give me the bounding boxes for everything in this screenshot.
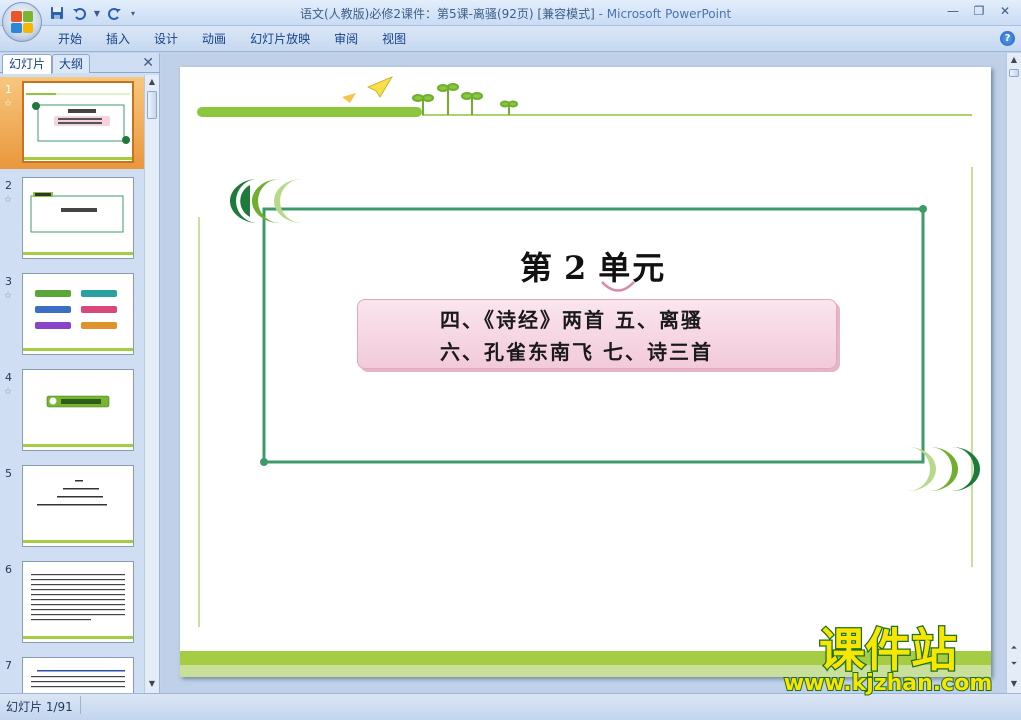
title-bar: ▼ ▾ 语文(人教版)必修2课件：第5课-离骚(92页) [兼容模式] - Mi… [0, 0, 1021, 26]
document-title: 语文(人教版)必修2课件：第5课-离骚(92页) [兼容模式] [300, 7, 595, 21]
slide-thumbnail-4[interactable]: 4 ☆ [0, 365, 144, 457]
slide-thumbnail-2[interactable]: 2 ☆ [0, 173, 144, 265]
pane-tabs: 幻灯片 大纲 ✕ [0, 53, 160, 74]
next-slide-icon[interactable]: ⏷ [1009, 659, 1019, 671]
scrollbar-thumb[interactable] [147, 91, 157, 119]
slide-thumbnail-6[interactable]: 6 [0, 557, 144, 649]
thumbnail-number: 6 [5, 563, 12, 576]
thumbnail-scrollbar[interactable]: ▲ ▼ [144, 75, 159, 693]
animation-star-icon: ☆ [4, 387, 13, 397]
thumbnail-number: 2 [5, 179, 12, 192]
slide-thumbnail-7[interactable]: 7 [0, 653, 144, 693]
tab-slides[interactable]: 幻灯片 [2, 54, 53, 74]
unit-title[interactable]: 第 2 单元 [520, 243, 666, 289]
slides-pane: 幻灯片 大纲 ✕ 1 ☆ 2 ☆ 3 ☆ 4 ☆ 5 6 7 ▲ ▼ [0, 53, 160, 693]
slide-decoration [180, 76, 991, 677]
customize-toolbar-icon[interactable]: ▾ [128, 4, 138, 22]
minimize-button[interactable]: — [941, 2, 965, 20]
animation-star-icon: ☆ [4, 195, 13, 205]
close-button[interactable]: ✕ [993, 2, 1017, 20]
window-controls: — ❐ ✕ [941, 2, 1017, 20]
unit-suffix: 单元 [598, 249, 667, 287]
watermark-logo: 课件站 www.kjzhan.com [770, 618, 1010, 697]
thumbnail-preview [22, 465, 134, 547]
tab-home[interactable]: 开始 [46, 30, 94, 48]
title-separator: - [594, 7, 607, 21]
ribbon: 开始 插入 设计 动画 幻灯片放映 审阅 视图 ? [0, 26, 1021, 52]
quick-access-toolbar: ▼ ▾ [48, 4, 138, 22]
restore-button[interactable]: ❐ [967, 2, 991, 20]
tab-slideshow[interactable]: 幻灯片放映 [238, 30, 322, 48]
lesson-list-box[interactable]: 四、《诗经》两首 五、离骚 六、孔雀东南飞 七、诗三首 [357, 299, 837, 369]
thumbnail-number: 3 [5, 275, 12, 288]
scrollbar-thumb[interactable] [1009, 69, 1019, 77]
window-title: 语文(人教版)必修2课件：第5课-离骚(92页) [兼容模式] - Micros… [300, 5, 731, 22]
slide-thumbnail-3[interactable]: 3 ☆ [0, 269, 144, 361]
slide-editing-area: 第 2 单元 四、《诗经》两首 五、离骚 六、孔雀东南飞 七、诗三首 [161, 53, 1006, 693]
slide-thumbnail-1[interactable]: 1 ☆ [0, 77, 144, 169]
tab-animation[interactable]: 动画 [190, 30, 238, 48]
ribbon-tabs: 开始 插入 设计 动画 幻灯片放映 审阅 视图 [46, 30, 418, 48]
tab-design[interactable]: 设计 [142, 30, 190, 48]
slide-counter: 幻灯片 1/91 [6, 700, 73, 714]
slide-scrollbar[interactable]: ▲ ⏶ ⏷ ▼ [1006, 53, 1021, 693]
thumbnail-preview [22, 561, 134, 643]
header-bar [197, 107, 422, 117]
office-button[interactable] [2, 2, 42, 42]
thumbnail-preview [22, 273, 134, 355]
animation-star-icon: ☆ [4, 99, 13, 109]
status-bar: 幻灯片 1/91 [0, 693, 1021, 720]
thumbnail-preview [22, 369, 134, 451]
unit-number: 2 [564, 249, 589, 287]
tab-review[interactable]: 审阅 [322, 30, 370, 48]
save-icon[interactable] [48, 4, 66, 22]
status-separator [80, 696, 81, 714]
help-icon[interactable]: ? [1000, 31, 1015, 46]
paper-plane-icon [342, 76, 393, 103]
thumbnail-preview [22, 177, 134, 259]
undo-dropdown-icon[interactable]: ▼ [92, 4, 102, 22]
right-crescents-decoration [908, 447, 980, 491]
lesson-line-2: 六、孔雀东南飞 七、诗三首 [440, 340, 713, 364]
thumbnail-preview [22, 81, 134, 163]
scroll-down-icon[interactable]: ▼ [147, 679, 157, 691]
repeat-icon[interactable] [106, 4, 124, 22]
thumbnail-number: 5 [5, 467, 12, 480]
undo-icon[interactable] [70, 4, 88, 22]
current-slide[interactable]: 第 2 单元 四、《诗经》两首 五、离骚 六、孔雀东南飞 七、诗三首 [180, 67, 991, 677]
office-logo-icon [11, 11, 33, 33]
watermark-url: www.kjzhan.com [784, 671, 993, 696]
thumbnail-preview [22, 657, 134, 693]
thumbnail-list: 1 ☆ 2 ☆ 3 ☆ 4 ☆ 5 6 7 [0, 75, 144, 693]
tab-insert[interactable]: 插入 [94, 30, 142, 48]
watermark-brand: 课件站 [819, 623, 957, 677]
left-crescents-decoration [230, 179, 302, 223]
tab-outline[interactable]: 大纲 [52, 54, 91, 73]
previous-slide-icon[interactable]: ⏶ [1009, 643, 1019, 655]
thumbnail-number: 7 [5, 659, 12, 672]
sprout-icon [412, 83, 518, 115]
scroll-up-icon[interactable]: ▲ [1009, 55, 1019, 67]
lesson-line-1: 四、《诗经》两首 五、离骚 [440, 308, 703, 332]
thumbnail-number: 1 [5, 83, 12, 96]
tab-view[interactable]: 视图 [370, 30, 418, 48]
scroll-down-icon[interactable]: ▼ [1009, 679, 1019, 691]
unit-prefix: 第 [520, 249, 555, 287]
app-name: Microsoft PowerPoint [606, 7, 732, 21]
thumbnail-number: 4 [5, 371, 12, 384]
slide-thumbnail-5[interactable]: 5 [0, 461, 144, 553]
scroll-up-icon[interactable]: ▲ [147, 77, 157, 89]
pane-close-icon[interactable]: ✕ [142, 55, 154, 71]
animation-star-icon: ☆ [4, 291, 13, 301]
